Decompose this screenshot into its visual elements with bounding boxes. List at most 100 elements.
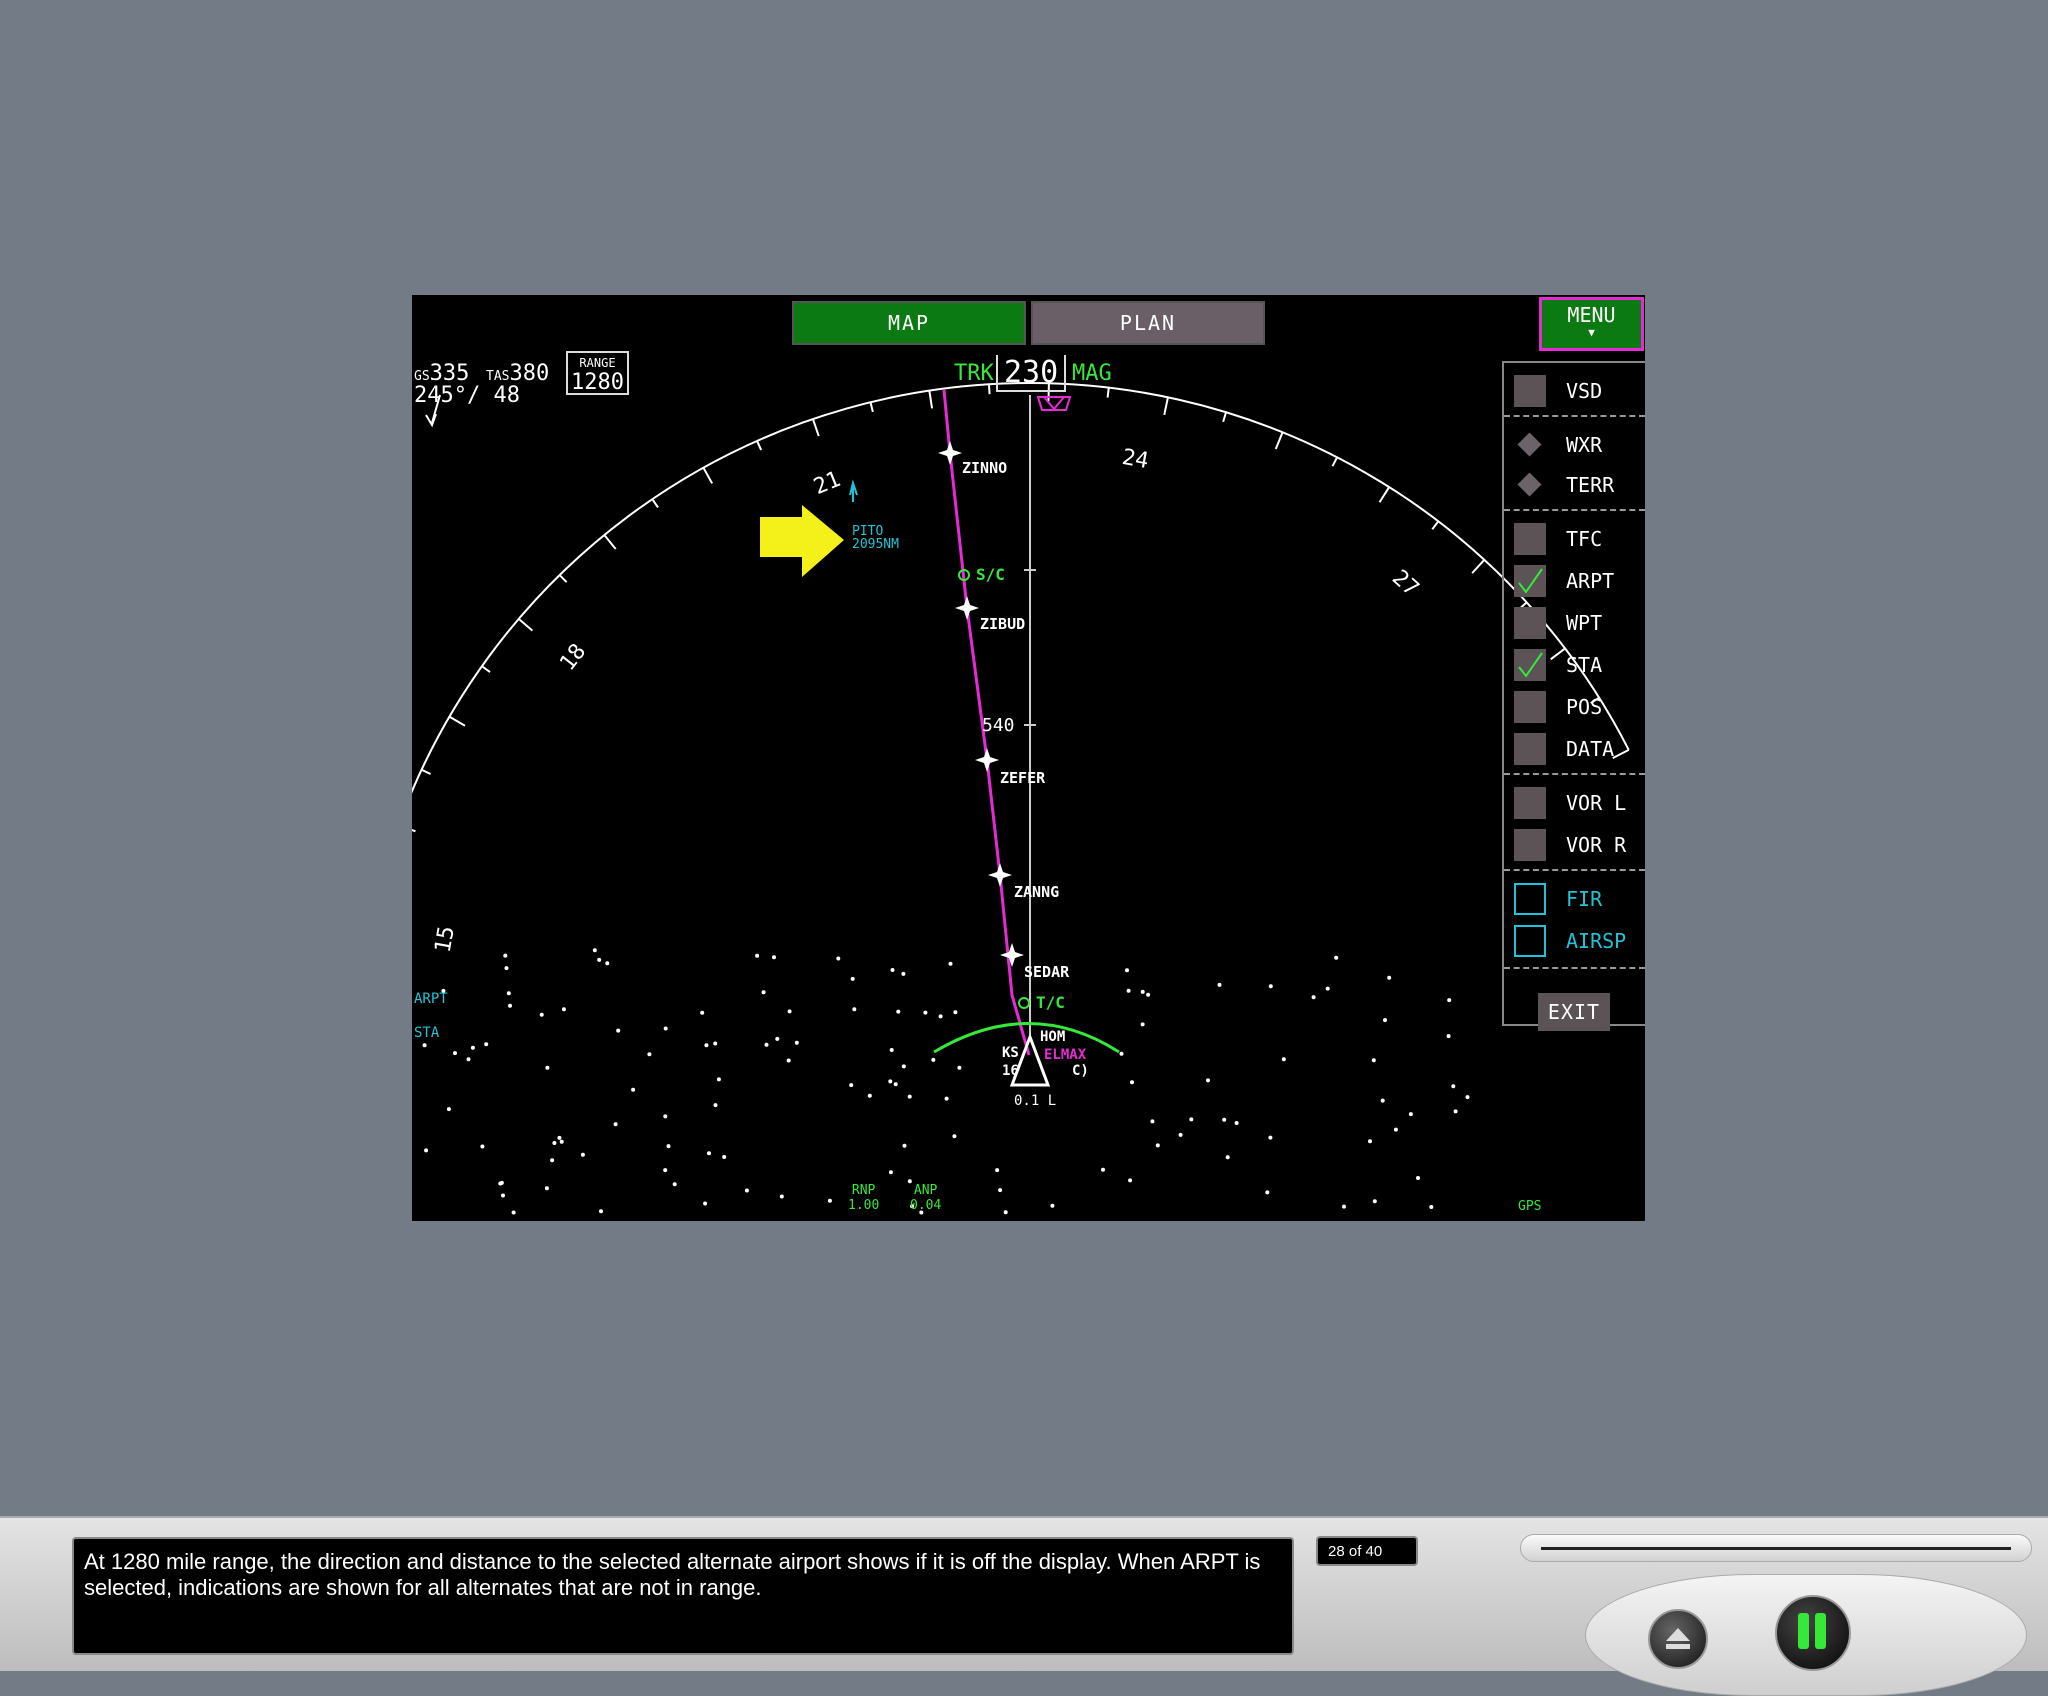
station-dot xyxy=(890,968,895,972)
station-dot xyxy=(893,1082,898,1087)
menu-item-wpt[interactable]: WPT xyxy=(1514,605,1602,641)
station-dot xyxy=(953,1010,958,1015)
station-dot xyxy=(849,1083,854,1088)
diamond-icon xyxy=(1514,469,1546,501)
station-dot xyxy=(1189,1117,1194,1122)
eject-icon xyxy=(1666,1628,1690,1649)
menu-panel: VSD WXR TERR TFC ARPT WPT STA POS DATA V… xyxy=(1502,361,1645,1031)
station-dot xyxy=(948,961,953,966)
station-dot xyxy=(545,1065,550,1070)
station-dot xyxy=(713,1041,718,1046)
chevron-down-icon: ▼ xyxy=(1588,326,1595,339)
checkbox[interactable] xyxy=(1514,691,1546,723)
station-dot xyxy=(1453,1109,1458,1114)
waypoint-star xyxy=(975,748,999,772)
menu-button[interactable]: MENU ▼ xyxy=(1539,297,1644,351)
menu-item-vsd[interactable]: VSD xyxy=(1514,373,1602,409)
station-dot xyxy=(552,1141,557,1145)
sta-indicator: STA xyxy=(414,1025,440,1041)
player-bar: At 1280 mile range, the direction and di… xyxy=(0,1516,2048,1696)
yellow-arrow xyxy=(760,505,844,577)
station-dot xyxy=(1101,1167,1105,1172)
checkbox[interactable] xyxy=(1514,925,1546,957)
checkbox[interactable] xyxy=(1514,733,1546,765)
station-dot xyxy=(647,1052,652,1057)
station-dot xyxy=(1268,984,1273,989)
checkbox[interactable] xyxy=(1514,607,1546,639)
lateral-deviation: 0.1 L xyxy=(1014,1093,1057,1109)
station-dot xyxy=(923,1010,928,1015)
station-dot xyxy=(1128,1178,1133,1183)
checkbox[interactable] xyxy=(1514,375,1546,407)
checkmark-icon[interactable] xyxy=(1514,649,1546,681)
station-dot xyxy=(466,1057,471,1062)
station-dot xyxy=(1325,986,1330,991)
station-dot xyxy=(503,953,508,958)
checkbox[interactable] xyxy=(1514,787,1546,819)
mag-label: MAG xyxy=(1072,361,1112,386)
menu-item-vor-r[interactable]: VOR R xyxy=(1514,827,1626,863)
progress-slider[interactable] xyxy=(1520,1534,2032,1562)
station-dot xyxy=(446,1107,451,1112)
menu-item-vor-l[interactable]: VOR L xyxy=(1514,785,1626,821)
station-dot xyxy=(616,1028,621,1033)
heading-bug-v xyxy=(1043,396,1065,411)
station-dot xyxy=(786,1058,791,1063)
station-dot xyxy=(1155,1143,1160,1148)
range-value: 1280 xyxy=(571,370,624,395)
station-dot xyxy=(559,1139,564,1144)
plan-mode-button[interactable]: PLAN xyxy=(1031,301,1265,345)
map-graphics xyxy=(412,382,1630,1215)
station-dot xyxy=(867,1093,872,1098)
menu-item-wxr[interactable]: WXR xyxy=(1514,427,1602,463)
menu-item-terr[interactable]: TERR xyxy=(1514,467,1614,503)
station-dot xyxy=(1217,982,1222,987)
menu-item-tfc[interactable]: TFC xyxy=(1514,521,1602,557)
menu-item-airsp[interactable]: AIRSP xyxy=(1514,923,1626,959)
wind-arrow-head xyxy=(425,413,437,428)
eject-button[interactable] xyxy=(1648,1609,1708,1669)
station-dot xyxy=(888,1170,893,1175)
waypoint-c: C) xyxy=(1072,1063,1089,1079)
compass-tick xyxy=(412,829,416,833)
menu-item-sta[interactable]: STA xyxy=(1514,647,1602,683)
slide-counter: 28 of 40 xyxy=(1316,1536,1418,1566)
station-dot xyxy=(703,1201,708,1206)
checkbox[interactable] xyxy=(1514,829,1546,861)
menu-item-arpt[interactable]: ARPT xyxy=(1514,563,1614,599)
station-dot xyxy=(504,966,509,971)
trk-label: TRK xyxy=(954,361,994,386)
compass-tick xyxy=(756,440,763,451)
station-dot xyxy=(700,1010,705,1015)
checkmark-icon[interactable] xyxy=(1514,565,1546,597)
station-dot xyxy=(850,976,855,981)
airport-ks: KS xyxy=(1002,1045,1019,1061)
range-box: RANGE 1280 xyxy=(566,351,629,395)
compass-label-24: 24 xyxy=(1120,444,1151,475)
station-dot xyxy=(1380,1098,1385,1103)
station-dot xyxy=(889,1048,894,1052)
pause-button[interactable] xyxy=(1775,1595,1851,1671)
station-dot xyxy=(1140,1022,1145,1027)
station-dot xyxy=(1125,968,1129,973)
station-dot xyxy=(761,990,766,995)
exit-button[interactable]: EXIT xyxy=(1538,993,1610,1031)
station-dot xyxy=(998,1188,1003,1193)
menu-item-pos[interactable]: POS xyxy=(1514,689,1602,725)
menu-item-data[interactable]: DATA xyxy=(1514,731,1614,767)
waypoint-tc: T/C xyxy=(1036,993,1065,1012)
checkbox[interactable] xyxy=(1514,523,1546,555)
checkbox[interactable] xyxy=(1514,883,1546,915)
station-dot xyxy=(944,1096,949,1101)
map-mode-button[interactable]: MAP xyxy=(792,301,1026,345)
station-dot xyxy=(713,1103,718,1108)
station-dot xyxy=(1368,1139,1372,1144)
station-dot xyxy=(1146,992,1151,997)
menu-item-fir[interactable]: FIR xyxy=(1514,881,1602,917)
compass-tick xyxy=(603,534,617,550)
compass-tick xyxy=(702,467,714,484)
diamond-icon xyxy=(1514,429,1546,461)
station-dot xyxy=(772,955,776,960)
station-dot xyxy=(424,1148,429,1153)
waypoint-zibud: ZIBUD xyxy=(980,615,1026,633)
